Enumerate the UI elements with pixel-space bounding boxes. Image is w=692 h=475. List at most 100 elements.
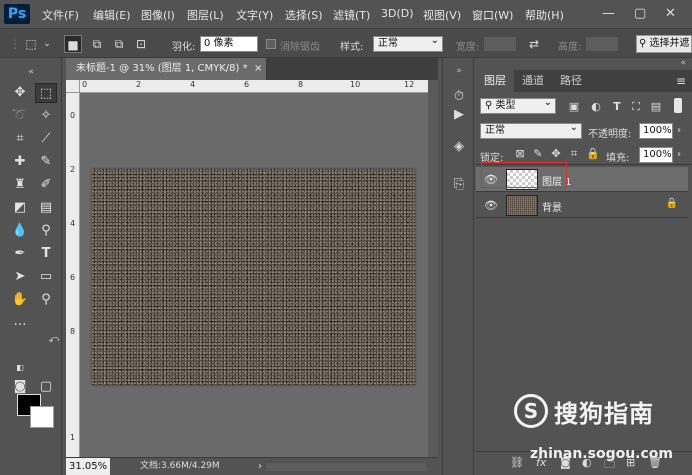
close-window-button[interactable]: ✕ bbox=[665, 6, 676, 21]
3d-panel-icon[interactable]: ◈ bbox=[447, 136, 471, 158]
panel-menu-icon[interactable]: ≡ bbox=[676, 70, 686, 92]
highlight-annotation-box bbox=[481, 162, 567, 188]
search-icon: ⚲ bbox=[485, 100, 496, 111]
healing-brush-icon[interactable]: ✚ bbox=[9, 152, 31, 172]
blend-mode-select[interactable]: 正常 bbox=[480, 121, 582, 139]
collapse-icon[interactable]: « bbox=[20, 62, 42, 82]
default-colors-icon[interactable]: ◧ bbox=[9, 358, 31, 378]
close-tab-icon[interactable]: × bbox=[254, 58, 262, 80]
swap-colors-icon[interactable]: ⤺ bbox=[43, 330, 65, 350]
adjustment-filter-icon[interactable]: ◐ bbox=[590, 100, 602, 113]
horizontal-scrollbar[interactable] bbox=[266, 463, 426, 471]
menu-type[interactable]: 文字(Y) bbox=[236, 7, 273, 23]
tools-panel: « ✥ ⬚ ➰ ✧ ⌗ ⟋ ✚ ✎ ♜ ✐ ◩ ▤ 💧 ⚲ ✒ T ➤ ▭ ✋ … bbox=[0, 58, 62, 475]
vertical-ruler: 0 2 4 6 8 1 bbox=[66, 93, 80, 457]
move-tool-icon[interactable]: ✥ bbox=[9, 83, 31, 103]
tab-channels[interactable]: 通道 bbox=[514, 70, 552, 92]
lasso-tool-icon[interactable]: ➰ bbox=[9, 106, 31, 126]
vertical-scrollbar[interactable] bbox=[428, 80, 438, 457]
magic-wand-icon[interactable]: ✧ bbox=[35, 106, 57, 126]
type-filter-icon[interactable]: T bbox=[611, 100, 623, 113]
add-to-selection-icon[interactable]: ⧉ bbox=[88, 35, 106, 53]
minimize-button[interactable]: — bbox=[602, 6, 615, 21]
swap-arrows-icon[interactable]: ⇄ bbox=[525, 35, 543, 53]
menu-select[interactable]: 选择(S) bbox=[285, 7, 323, 23]
height-label: 高度: bbox=[558, 42, 582, 53]
marquee-tool-icon[interactable]: ⬚ bbox=[35, 83, 57, 103]
layer-name[interactable]: 背景 bbox=[542, 199, 562, 214]
blur-tool-icon[interactable]: 💧 bbox=[9, 221, 31, 241]
clone-stamp-icon[interactable]: ♜ bbox=[9, 175, 31, 195]
zoom-tool-icon[interactable]: ⚲ bbox=[35, 290, 57, 310]
eyedropper-icon[interactable]: ⟋ bbox=[35, 129, 57, 149]
collapse-panel-icon[interactable]: « bbox=[680, 58, 686, 68]
lock-artboard-icon[interactable]: ⌗ bbox=[568, 147, 580, 161]
pixel-filter-icon[interactable]: ▣ bbox=[568, 100, 580, 113]
menu-file[interactable]: 文件(F) bbox=[42, 7, 79, 23]
shape-filter-icon[interactable]: ⛶ bbox=[630, 100, 642, 114]
menu-view[interactable]: 视图(V) bbox=[423, 7, 461, 23]
menu-filter[interactable]: 滤镜(T) bbox=[333, 7, 370, 23]
lock-all-icon[interactable]: 🔒 bbox=[586, 147, 600, 160]
filter-toggle-switch[interactable] bbox=[674, 98, 682, 113]
path-selection-icon[interactable]: ➤ bbox=[9, 267, 31, 287]
style-select[interactable]: 正常 bbox=[373, 34, 443, 52]
type-tool-icon[interactable]: T bbox=[35, 244, 57, 264]
smart-object-filter-icon[interactable]: ▤ bbox=[650, 100, 662, 113]
quick-mask-icon[interactable]: ◙ bbox=[9, 377, 31, 397]
collapse-dock-icon[interactable]: » bbox=[447, 60, 471, 82]
pen-tool-icon[interactable]: ✒ bbox=[9, 244, 31, 264]
hand-tool-icon[interactable]: ✋ bbox=[9, 290, 31, 310]
dodge-tool-icon[interactable]: ⚲ bbox=[35, 221, 57, 241]
lock-pixels-icon[interactable]: ✎ bbox=[532, 147, 544, 160]
zoom-level-field[interactable]: 31.05% bbox=[66, 458, 110, 475]
crop-tool-icon[interactable]: ⌗ bbox=[9, 129, 31, 149]
sogou-logo: S bbox=[514, 394, 548, 428]
layer-filter-select[interactable]: ⚲ 类型 bbox=[480, 96, 556, 114]
new-selection-icon[interactable]: ■ bbox=[64, 35, 82, 53]
layer-row-background[interactable]: 👁 背景 🔒 bbox=[476, 193, 688, 218]
height-input[interactable] bbox=[585, 36, 619, 52]
tab-paths[interactable]: 路径 bbox=[552, 70, 590, 92]
menu-help[interactable]: 帮助(H) bbox=[525, 7, 564, 23]
properties-panel-icon[interactable]: ⎘ bbox=[447, 174, 471, 196]
lock-position-icon[interactable]: ✥ bbox=[550, 147, 562, 160]
vruler-label: 1 bbox=[70, 433, 76, 442]
background-color-swatch[interactable] bbox=[30, 406, 54, 428]
fill-input[interactable]: 100% bbox=[639, 147, 681, 163]
actions-play-icon[interactable]: ▶ bbox=[447, 104, 471, 126]
brush-tool-icon[interactable]: ✎ bbox=[35, 152, 57, 172]
tab-layers[interactable]: 图层 bbox=[476, 70, 514, 92]
eraser-tool-icon[interactable]: ◩ bbox=[9, 198, 31, 218]
chevron-down-icon[interactable]: ⌄ bbox=[38, 35, 56, 53]
opacity-input[interactable]: 100% bbox=[639, 123, 681, 139]
document-canvas[interactable] bbox=[92, 169, 415, 385]
antialias-checkbox[interactable] bbox=[266, 39, 276, 49]
subtract-selection-icon[interactable]: ⧉ bbox=[110, 35, 128, 53]
screen-mode-icon[interactable]: ▢ bbox=[35, 377, 57, 397]
intersect-selection-icon[interactable]: ⊡ bbox=[132, 35, 150, 53]
lock-transparent-icon[interactable]: ⊠ bbox=[514, 147, 526, 160]
rectangle-tool-icon[interactable]: ▭ bbox=[35, 267, 57, 287]
menu-edit[interactable]: 编辑(E) bbox=[93, 7, 131, 23]
menu-bar: Ps 文件(F) 编辑(E) 图像(I) 图层(L) 文字(Y) 选择(S) 滤… bbox=[0, 0, 692, 28]
menu-layer[interactable]: 图层(L) bbox=[187, 7, 224, 23]
menu-window[interactable]: 窗口(W) bbox=[472, 7, 513, 23]
menu-3d[interactable]: 3D(D) bbox=[381, 7, 414, 20]
canvas-area[interactable] bbox=[80, 93, 428, 457]
document-tab[interactable]: 未标题-1 @ 31% (图层 1, CMYK/8) * × bbox=[66, 58, 266, 80]
width-input[interactable] bbox=[483, 36, 517, 52]
more-tools-icon[interactable]: … bbox=[9, 312, 31, 332]
lock-icon[interactable]: 🔒 bbox=[666, 198, 678, 209]
panel-tabs: 图层 通道 路径 ≡ bbox=[476, 70, 692, 92]
link-layers-icon[interactable]: ⛓ bbox=[510, 456, 524, 469]
status-menu-arrow[interactable]: › bbox=[258, 458, 262, 475]
visibility-eye-icon[interactable]: 👁 bbox=[484, 199, 498, 212]
menu-image[interactable]: 图像(I) bbox=[141, 7, 175, 23]
maximize-button[interactable]: ▢ bbox=[634, 6, 646, 21]
gradient-tool-icon[interactable]: ▤ bbox=[35, 198, 57, 218]
select-and-mask-button[interactable]: ⚲ 选择并遮 bbox=[636, 35, 692, 53]
ruler-origin[interactable] bbox=[66, 80, 80, 93]
feather-input[interactable]: 0 像素 bbox=[200, 36, 258, 52]
history-brush-icon[interactable]: ✐ bbox=[35, 175, 57, 195]
